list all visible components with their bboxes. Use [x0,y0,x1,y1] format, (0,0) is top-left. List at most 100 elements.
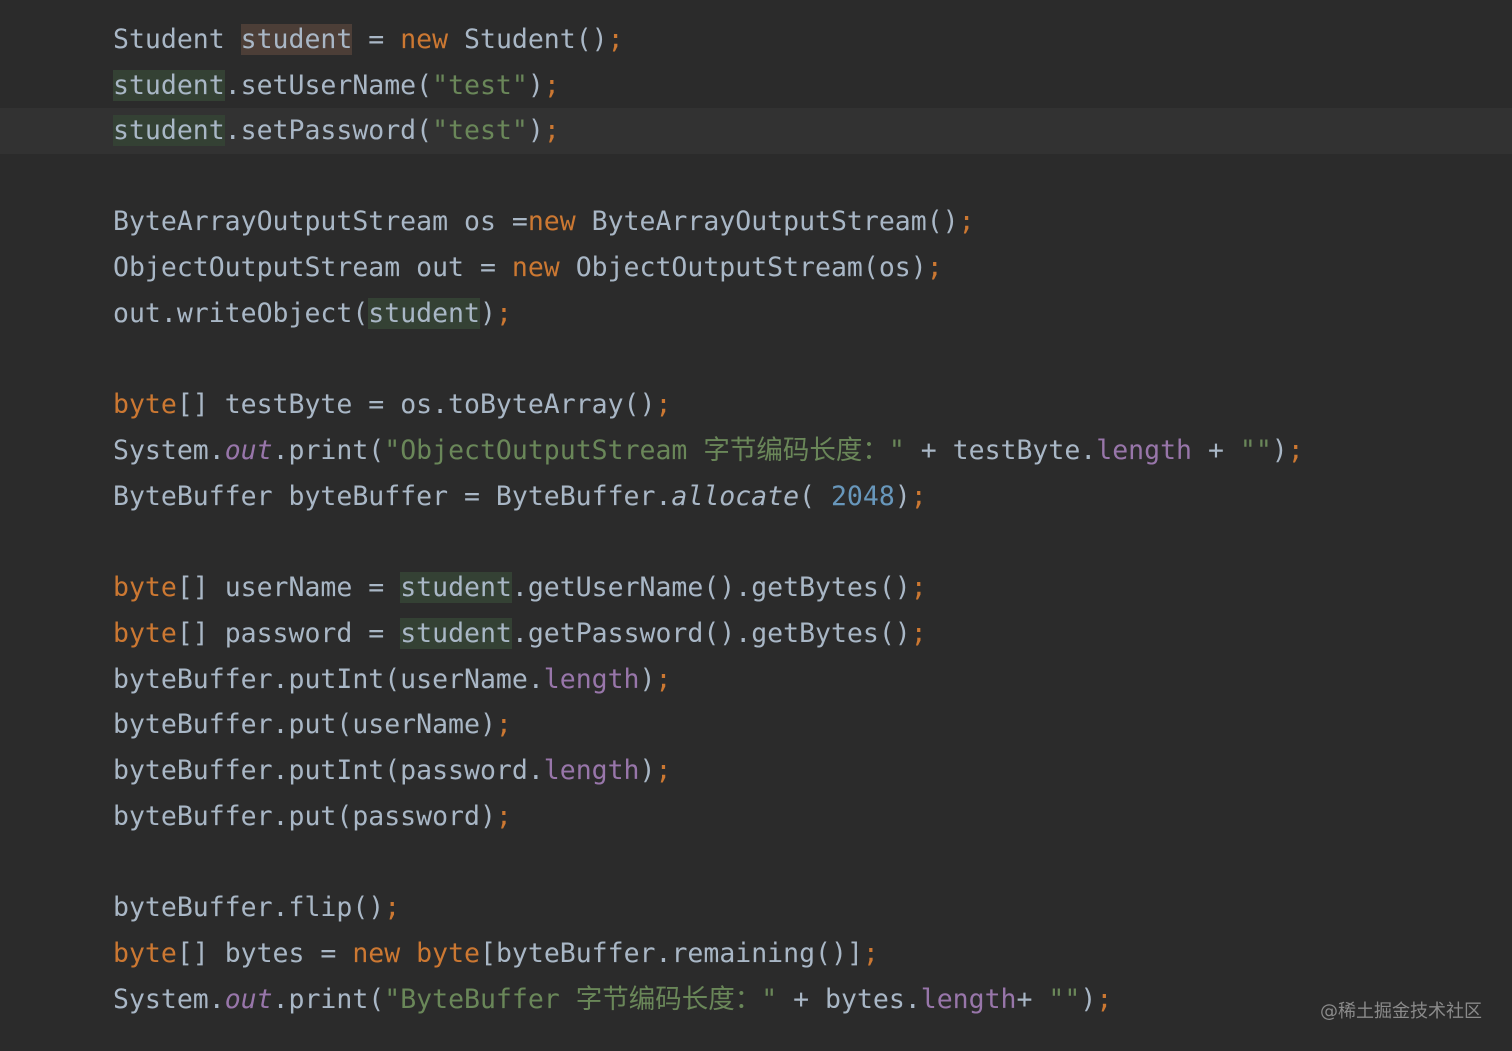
code-token: ) [639,664,656,695]
code-token: "ByteBuffer 字节编码长度：" [384,984,778,1015]
code-line[interactable]: byteBuffer.flip(); [0,885,1512,931]
code-token: ) [1080,984,1097,1015]
code-token: new [527,206,576,237]
code-line[interactable]: System.out.print("ObjectOutputStream 字节编… [0,428,1512,474]
code-token: new [400,24,449,55]
code-token: ) [527,115,544,146]
code-token: ) [527,70,544,101]
code-line[interactable]: student.setPassword("test"); [0,108,1512,154]
code-token: .setPassword( [224,115,433,146]
code-token: [] testByte = os.toByteArray() [176,389,656,420]
code-line[interactable] [0,520,1512,566]
code-token: out [224,984,273,1015]
code-token: ; [655,389,672,420]
code-token: + testByte. [904,435,1097,466]
watermark: @稀土掘金技术社区 [1320,1001,1482,1022]
code-token: byte [113,618,177,649]
code-line[interactable]: byteBuffer.put(password); [0,794,1512,840]
code-token: ; [1096,984,1113,1015]
code-token: .getUserName().getBytes() [511,572,911,603]
code-line[interactable] [0,154,1512,200]
code-token: + [1016,984,1049,1015]
code-token: out [224,435,273,466]
code-token: ) [1271,435,1288,466]
code-token: ; [495,801,512,832]
code-token: ObjectOutputStream out = [113,252,512,283]
code-token: .print( [272,984,385,1015]
code-line[interactable]: student.setUserName("test"); [0,63,1512,109]
code-line[interactable]: ObjectOutputStream out = new ObjectOutpu… [0,245,1512,291]
code-line[interactable]: byteBuffer.putInt(password.length); [0,748,1512,794]
code-token: student [240,24,353,55]
code-line[interactable]: byte[] password = student.getPassword().… [0,611,1512,657]
code-token: byteBuffer.put(userName) [113,709,496,740]
code-token: .getPassword().getBytes() [511,618,911,649]
code-line[interactable]: Student student = new Student(); [0,17,1512,63]
code-line[interactable]: System.out.print("ByteBuffer 字节编码长度：" + … [0,977,1512,1023]
code-token: ; [910,572,927,603]
code-token: 2048 [830,481,895,512]
code-token: ; [910,618,927,649]
code-token: byteBuffer.putInt(password. [113,755,544,786]
code-token: ; [1287,435,1304,466]
code-line[interactable]: byte[] userName = student.getUserName().… [0,565,1512,611]
code-token: "test" [432,70,528,101]
code-token: byteBuffer.flip() [113,892,385,923]
code-token: ; [655,664,672,695]
code-token: ) [639,755,656,786]
code-token: allocate [671,481,800,512]
code-token: byte [113,389,177,420]
code-line[interactable]: byte[] bytes = new byte[byteBuffer.remai… [0,931,1512,977]
code-token: student [113,115,225,146]
code-token: out.writeObject( [113,298,369,329]
code-token: ; [384,892,401,923]
code-token: byte [113,938,177,969]
code-token: "ObjectOutputStream 字节编码长度：" [384,435,905,466]
code-token: "" [1048,984,1081,1015]
code-token: [] userName = [176,572,401,603]
code-token: byteBuffer.putInt(userName. [113,664,544,695]
code-token: ByteArrayOutputStream os = [113,206,528,237]
code-token: student [400,618,512,649]
code-editor[interactable]: Student student = new Student(); student.… [0,0,1512,1051]
code-token: + [1191,435,1240,466]
code-token: byte [416,938,480,969]
code-line[interactable]: byteBuffer.put(userName); [0,702,1512,748]
code-token: ByteBuffer byteBuffer = ByteBuffer. [113,481,672,512]
code-line[interactable]: byteBuffer.putInt(userName.length); [0,657,1512,703]
code-token: ; [607,24,624,55]
code-token: = [352,24,401,55]
code-token: ; [926,252,943,283]
code-token: student [368,298,480,329]
code-token: byte [113,572,177,603]
code-token: length [920,984,1017,1015]
code-line[interactable]: out.writeObject(student); [0,291,1512,337]
code-token: System. [113,435,225,466]
code-token: System. [113,984,225,1015]
code-token: length [543,755,640,786]
code-token: ; [495,298,512,329]
code-token: ) [479,298,496,329]
code-token: ( [799,481,831,512]
code-token: "" [1239,435,1272,466]
code-token: ByteArrayOutputStream() [575,206,959,237]
code-token: + bytes. [777,984,921,1015]
code-token: ; [862,938,879,969]
code-token: [] password = [176,618,401,649]
code-token: ObjectOutputStream(os) [559,252,927,283]
code-token: Student [113,24,241,55]
code-token: student [400,572,512,603]
code-token: ; [543,70,560,101]
code-token: ; [958,206,975,237]
code-token: ) [894,481,911,512]
code-token: new [511,252,560,283]
code-line[interactable]: byte[] testByte = os.toByteArray(); [0,382,1512,428]
code-line[interactable]: ByteBuffer byteBuffer = ByteBuffer.alloc… [0,474,1512,520]
code-line[interactable] [0,840,1512,886]
code-line[interactable]: ByteArrayOutputStream os =new ByteArrayO… [0,199,1512,245]
code-token: .setUserName( [224,70,433,101]
code-line[interactable] [0,337,1512,383]
code-token: "test" [432,115,528,146]
code-token: ; [495,709,512,740]
code-token: ; [655,755,672,786]
